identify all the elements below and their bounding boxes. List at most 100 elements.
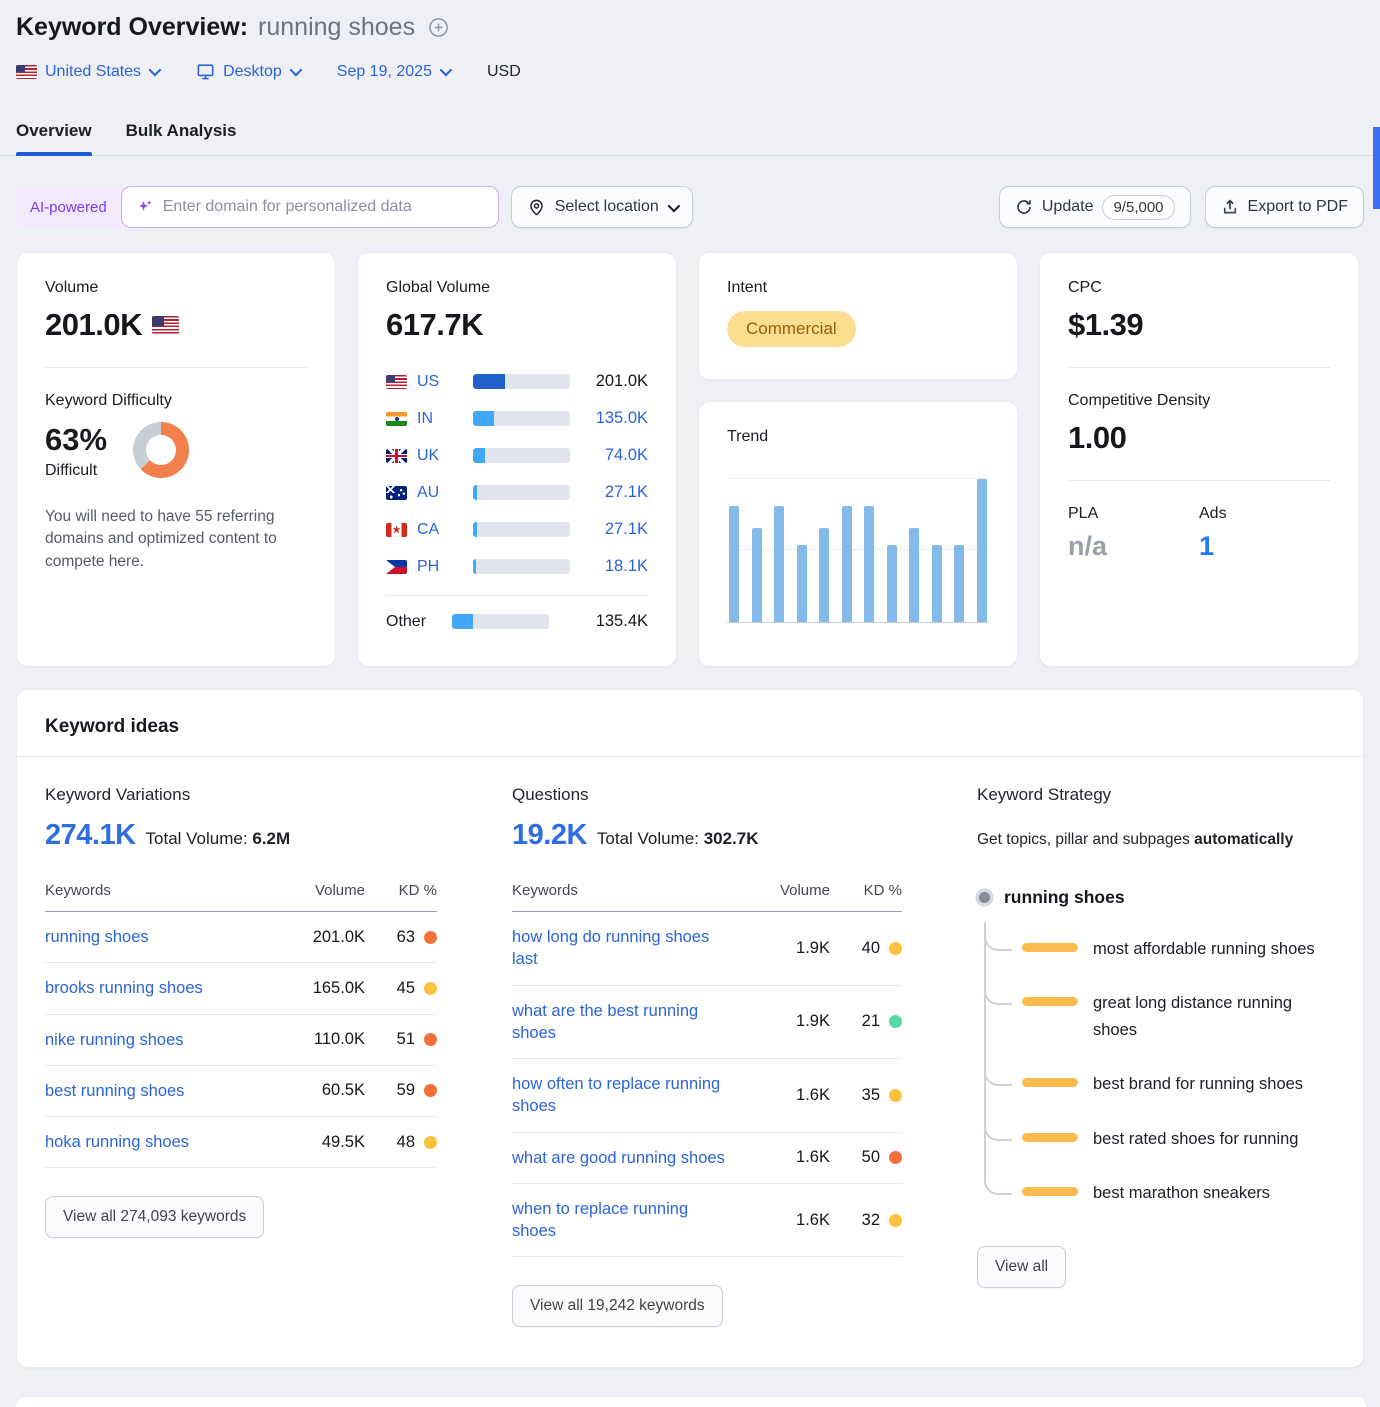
strategy-item: best marathon sneakers: [984, 1180, 1335, 1206]
col-volume: Volume: [279, 882, 365, 899]
keyword-variations-column: Keyword Variations 274.1K Total Volume: …: [45, 785, 437, 1327]
keyword-row: how long do running shoes last 1.9K 40: [512, 912, 902, 986]
date-filter-label: Sep 19, 2025: [337, 63, 432, 81]
variations-total-label: Total Volume:: [146, 829, 248, 848]
select-location-button[interactable]: Select location: [511, 186, 693, 228]
kd-dot-icon: [889, 1214, 902, 1227]
view-all-strategy-button[interactable]: View all: [977, 1246, 1066, 1288]
keyword-link[interactable]: running shoes: [45, 926, 279, 948]
strategy-item-label[interactable]: most affordable running shoes: [1093, 936, 1315, 962]
keyword-link[interactable]: what are the best running shoes: [512, 1000, 744, 1045]
country-volume-value[interactable]: 18.1K: [605, 557, 648, 576]
country-code-link[interactable]: IN: [417, 410, 463, 428]
keyword-link[interactable]: nike running shoes: [45, 1029, 279, 1051]
global-volume-list: US 201.0K IN 135.0K UK 74.0K AU 27.1K CA…: [386, 363, 648, 640]
topic-pill-icon: [1022, 1133, 1078, 1142]
country-code-link[interactable]: UK: [417, 447, 463, 465]
keyword-row: what are good running shoes 1.6K 50: [512, 1133, 902, 1184]
strategy-item: best brand for running shoes: [984, 1071, 1335, 1097]
kd-dot-icon: [424, 1136, 437, 1149]
variations-count[interactable]: 274.1K: [45, 819, 136, 852]
table-header: Keywords Volume KD %: [45, 882, 437, 912]
tab-overview[interactable]: Overview: [16, 113, 92, 155]
strategy-item-label[interactable]: great long distance running shoes: [1093, 990, 1335, 1043]
kd-note: You will need to have 55 referring domai…: [45, 506, 307, 573]
country-volume-value[interactable]: 27.1K: [605, 483, 648, 502]
country-volume-value[interactable]: 135.4K: [596, 612, 648, 631]
keyword-link[interactable]: how long do running shoes last: [512, 926, 744, 971]
variations-total: 6.2M: [252, 829, 290, 848]
keyword-volume: 110.0K: [279, 1030, 365, 1049]
kd-donut-chart: [133, 422, 189, 478]
global-volume-row: Other 135.4K: [386, 595, 648, 640]
keyword-kd: 40: [830, 939, 902, 958]
refresh-icon: [1015, 198, 1033, 216]
keyword-link[interactable]: hoka running shoes: [45, 1131, 279, 1153]
page-keyword: running shoes: [258, 13, 415, 42]
keyword-link[interactable]: what are good running shoes: [512, 1147, 744, 1169]
sparkles-icon: [136, 198, 154, 216]
chevron-down-icon: [440, 64, 453, 77]
date-filter[interactable]: Sep 19, 2025: [337, 63, 449, 81]
volume-bar-track: [473, 411, 570, 426]
country-volume-value[interactable]: 27.1K: [605, 520, 648, 539]
tab-bulk-analysis[interactable]: Bulk Analysis: [126, 113, 237, 155]
trend-bar: [729, 506, 739, 622]
country-code-link[interactable]: US: [417, 373, 463, 391]
country-volume-value[interactable]: 74.0K: [605, 446, 648, 465]
keyword-strategy-column: Keyword Strategy Get topics, pillar and …: [977, 785, 1335, 1327]
device-filter[interactable]: Desktop: [196, 62, 299, 81]
country-code-link[interactable]: PH: [417, 558, 463, 576]
trend-bar: [819, 528, 829, 622]
ai-domain-group: AI-powered: [16, 186, 499, 228]
view-all-questions-button[interactable]: View all 19,242 keywords: [512, 1285, 723, 1327]
strategy-item-label[interactable]: best brand for running shoes: [1093, 1071, 1303, 1097]
export-pdf-button[interactable]: Export to PDF: [1205, 186, 1364, 228]
country-flag-icon: [386, 523, 407, 537]
update-button[interactable]: Update 9/5,000: [999, 186, 1191, 228]
kd-dot-icon: [424, 982, 437, 995]
ads-label: Ads: [1199, 505, 1330, 523]
keyword-link[interactable]: when to replace running shoes: [512, 1198, 744, 1243]
keyword-volume: 201.0K: [279, 928, 365, 947]
questions-table: Keywords Volume KD % how long do running…: [512, 882, 902, 1257]
keyword-row: what are the best running shoes 1.9K 21: [512, 986, 902, 1060]
keyword-link[interactable]: brooks running shoes: [45, 977, 279, 999]
domain-input-box[interactable]: [121, 186, 499, 228]
keyword-link[interactable]: best running shoes: [45, 1080, 279, 1102]
questions-count[interactable]: 19.2K: [512, 819, 587, 852]
scrollbar-thumb[interactable]: [1373, 127, 1380, 209]
competitive-density-value: 1.00: [1068, 420, 1126, 456]
volume-bar-fill: [473, 374, 505, 389]
country-code-link[interactable]: CA: [417, 521, 463, 539]
kd-dot-icon: [889, 1151, 902, 1164]
strategy-item-label[interactable]: best rated shoes for running: [1093, 1126, 1298, 1152]
chevron-down-icon: [149, 64, 162, 77]
divider: [45, 367, 307, 368]
kd-label: Keyword Difficulty: [45, 392, 307, 410]
export-pdf-label: Export to PDF: [1248, 198, 1348, 216]
strategy-item-label[interactable]: best marathon sneakers: [1093, 1180, 1270, 1206]
country-filter[interactable]: United States: [16, 63, 158, 81]
add-keyword-icon[interactable]: [427, 16, 450, 39]
keyword-kd: 32: [830, 1211, 902, 1230]
page-title: Keyword Overview:: [16, 13, 248, 42]
strategy-item: most affordable running shoes: [984, 936, 1335, 962]
trend-bar: [977, 479, 987, 622]
update-quota-badge: 9/5,000: [1102, 195, 1174, 220]
col-keywords: Keywords: [512, 882, 744, 899]
intent-badge[interactable]: Commercial: [727, 311, 856, 347]
keyword-row: running shoes 201.0K 63: [45, 912, 437, 963]
chevron-down-icon: [289, 64, 302, 77]
ads-value[interactable]: 1: [1199, 531, 1330, 562]
domain-input[interactable]: [163, 198, 484, 216]
country-volume-value[interactable]: 135.0K: [596, 409, 648, 428]
view-all-variations-button[interactable]: View all 274,093 keywords: [45, 1196, 264, 1238]
questions-label: Questions: [512, 785, 902, 805]
country-code-link[interactable]: AU: [417, 484, 463, 502]
keyword-link[interactable]: how often to replace running shoes: [512, 1073, 744, 1118]
country-volume-value[interactable]: 201.0K: [596, 372, 648, 391]
keyword-kd: 21: [830, 1012, 902, 1031]
export-icon: [1221, 198, 1239, 216]
currency-label: USD: [487, 63, 521, 81]
